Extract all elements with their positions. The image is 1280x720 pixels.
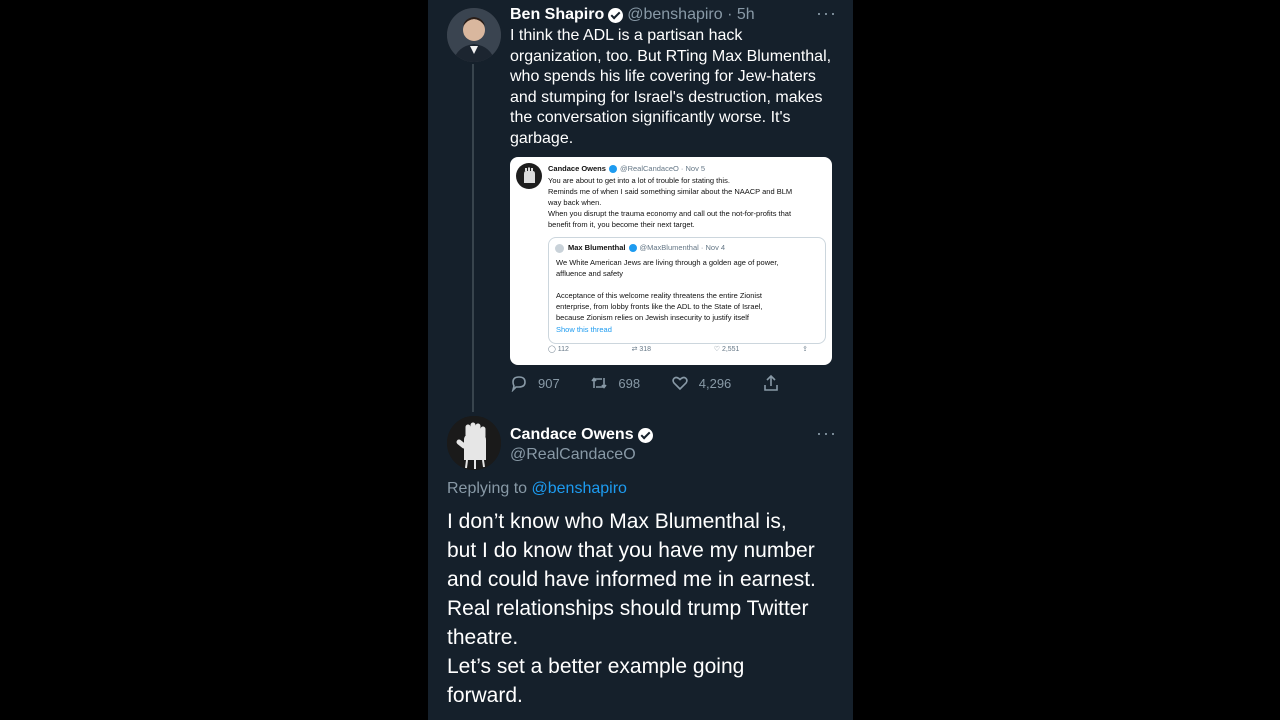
avatar-ben-shapiro[interactable] bbox=[447, 8, 501, 62]
quoted-tweet-card[interactable]: Candace Owens @RealCandaceO · Nov 5 You … bbox=[510, 157, 832, 365]
show-thread-link[interactable]: Show this thread bbox=[556, 324, 612, 335]
raised-fist-icon bbox=[524, 167, 535, 183]
avatar-max-blumenthal bbox=[555, 244, 564, 253]
author-name[interactable]: Candace Owens bbox=[510, 426, 634, 444]
tweet1-text: I think the ADL is a partisan hack organ… bbox=[510, 27, 832, 147]
quoted-handle-time: @RealCandaceO · Nov 5 bbox=[619, 164, 706, 173]
retweet-icon bbox=[591, 377, 607, 389]
nested-quoted-tweet[interactable]: Max Blumenthal @MaxBlumenthal · Nov 4 We… bbox=[548, 237, 826, 344]
tweet1-action-bar: 907 698 4,296 bbox=[510, 374, 780, 392]
reply-count: 907 bbox=[538, 375, 560, 391]
more-options-icon[interactable]: ··· bbox=[816, 423, 837, 444]
thread-connector bbox=[472, 64, 474, 412]
avatar-candace-small bbox=[516, 163, 542, 189]
verified-badge-icon bbox=[637, 427, 653, 443]
nested-text: We White American Jews are living throug… bbox=[556, 258, 779, 322]
quoted-retweet[interactable]: ⇄ 318 bbox=[632, 345, 652, 353]
quoted-author-name: Candace Owens bbox=[548, 164, 606, 173]
reply-button[interactable]: 907 bbox=[510, 374, 560, 392]
tweet2-text: I don’t know who Max Blumenthal is, but … bbox=[447, 510, 816, 707]
avatar-photo-icon bbox=[447, 8, 501, 62]
replying-prefix: Replying to bbox=[447, 480, 532, 497]
quoted-reply[interactable]: ◯ 112 bbox=[548, 345, 569, 353]
author-name[interactable]: Ben Shapiro bbox=[510, 6, 604, 24]
avatar-candace-owens[interactable] bbox=[447, 416, 501, 470]
replying-to-line: Replying to @benshapiro bbox=[447, 480, 627, 498]
reply-icon bbox=[511, 376, 526, 392]
verified-badge-icon bbox=[628, 243, 637, 252]
tweet-thread: Ben Shapiro @benshapiro · 5h ··· I think… bbox=[428, 0, 853, 720]
quoted-reply-count: 112 bbox=[557, 346, 569, 353]
verified-badge-icon bbox=[608, 164, 617, 173]
tweet1-header: Ben Shapiro @benshapiro · 5h bbox=[510, 6, 755, 24]
share-button[interactable] bbox=[762, 374, 780, 392]
quoted-header: Candace Owens @RealCandaceO · Nov 5 bbox=[548, 164, 705, 173]
quoted-text: You are about to get into a lot of troub… bbox=[548, 176, 793, 229]
nested-handle-time: @MaxBlumenthal · Nov 4 bbox=[639, 243, 726, 252]
replying-to-link[interactable]: @benshapiro bbox=[532, 480, 627, 497]
quoted-like-count: 2,551 bbox=[721, 346, 740, 353]
like-count: 4,296 bbox=[698, 375, 732, 391]
more-options-icon[interactable]: ··· bbox=[816, 3, 837, 24]
quoted-share-icon[interactable]: ⇪ bbox=[802, 345, 808, 353]
quoted-action-bar: ◯ 112 ⇄ 318 ♡ 2,551 ⇪ bbox=[548, 345, 808, 353]
retweet-count: 698 bbox=[618, 375, 641, 391]
tweet2-author-name: Candace Owens bbox=[510, 426, 653, 444]
quoted-like[interactable]: ♡ 2,551 bbox=[714, 345, 740, 353]
nested-author-name: Max Blumenthal bbox=[568, 243, 626, 252]
heart-icon bbox=[672, 376, 688, 391]
verified-badge-icon bbox=[608, 7, 624, 23]
author-handle-time: @benshapiro · 5h bbox=[627, 6, 755, 23]
share-icon bbox=[764, 374, 778, 391]
retweet-button[interactable]: 698 bbox=[590, 374, 640, 392]
quoted-retweet-count: 318 bbox=[639, 346, 652, 353]
tweet2-handle: @RealCandaceO bbox=[510, 446, 636, 463]
like-button[interactable]: 4,296 bbox=[671, 374, 732, 392]
raised-fist-icon bbox=[447, 416, 501, 470]
nested-header: Max Blumenthal @MaxBlumenthal · Nov 4 bbox=[568, 243, 725, 252]
